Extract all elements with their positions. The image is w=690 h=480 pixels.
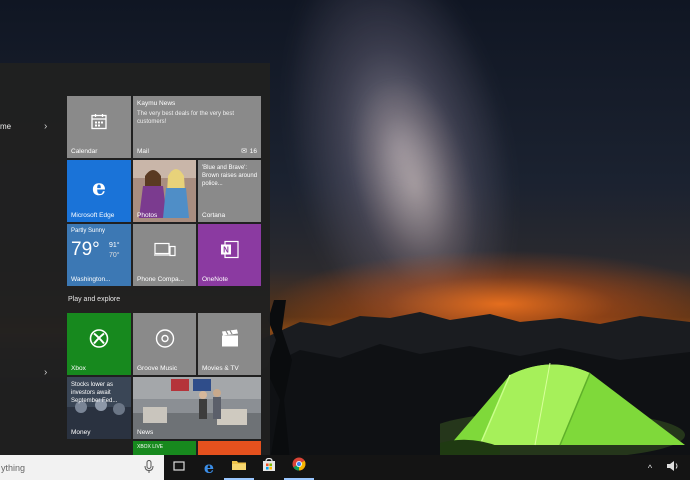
- onenote-icon: N: [220, 239, 240, 264]
- tile-calendar[interactable]: Calendar: [67, 96, 131, 158]
- taskbar-chrome-button[interactable]: [284, 455, 314, 480]
- weather-high: 91°: [109, 242, 120, 249]
- tent-illustration: [440, 362, 685, 455]
- taskbar-file-explorer-button[interactable]: [224, 455, 254, 480]
- weather-low: 70°: [109, 252, 120, 259]
- edge-icon: e: [92, 174, 106, 201]
- up-chevron-icon: ^: [647, 462, 653, 473]
- movies-icon: [220, 329, 240, 352]
- tile-groove-music[interactable]: Groove Music: [133, 313, 196, 375]
- tile-edge-label: Microsoft Edge: [71, 212, 115, 219]
- xbox-live-text: XBOX LIVE: [137, 444, 164, 450]
- tile-onenote[interactable]: N OneNote: [198, 224, 261, 286]
- tile-money-label: Money: [71, 429, 91, 436]
- tile-photos-label: Photos: [137, 212, 158, 219]
- tile-money[interactable]: Stocks lower as investors await Septembe…: [67, 377, 131, 439]
- tile-store[interactable]: [198, 441, 261, 455]
- tile-onenote-label: OneNote: [202, 276, 229, 283]
- tile-movies-label: Movies & TV: [202, 365, 239, 372]
- tile-photos[interactable]: Photos: [133, 160, 196, 222]
- task-view-icon: [172, 459, 186, 477]
- tile-weather-label: Washington...: [71, 276, 111, 283]
- weather-condition: Partly Sunny: [71, 228, 106, 234]
- tray-overflow-button[interactable]: ^: [642, 455, 658, 480]
- tile-movies-tv[interactable]: Movies & TV: [198, 313, 261, 375]
- tray-volume-button[interactable]: [660, 455, 686, 480]
- tile-news[interactable]: News: [133, 377, 261, 439]
- edge-icon: e: [203, 458, 215, 477]
- taskbar: e ^: [0, 455, 690, 480]
- money-text: Stocks lower as investors await Septembe…: [71, 382, 118, 404]
- tile-xbox-label: Xbox: [71, 365, 86, 372]
- xbox-icon: [89, 328, 109, 353]
- tile-groove-label: Groove Music: [137, 365, 178, 372]
- microphone-icon[interactable]: [144, 460, 154, 479]
- tile-calendar-label: Calendar: [71, 148, 98, 155]
- cortana-text: 'Blue and Brave': Brown raises around po…: [202, 165, 258, 187]
- tile-cortana[interactable]: 'Blue and Brave': Brown raises around po…: [198, 160, 261, 222]
- tile-mail-label: Mail: [137, 148, 149, 155]
- mail-preview: The very best deals for the very best cu…: [137, 111, 235, 125]
- start-menu: me › › Calendar Kaymu News The very best…: [0, 63, 270, 455]
- tile-xbox-live[interactable]: XBOX LIVE: [133, 441, 196, 455]
- tile-news-label: News: [137, 429, 154, 436]
- chrome-icon: [292, 457, 306, 476]
- groove-icon: [155, 328, 175, 353]
- task-view-button[interactable]: [164, 455, 194, 480]
- tile-phone-companion-label: Phone Compa...: [137, 276, 184, 283]
- store-icon: [262, 457, 276, 477]
- phone-companion-icon: [153, 241, 176, 262]
- weather-temp: 79°: [71, 239, 100, 260]
- chevron-right-icon[interactable]: ›: [44, 365, 47, 381]
- calendar-icon: [90, 112, 108, 135]
- tile-mail[interactable]: Kaymu News The very best deals for the v…: [133, 96, 261, 158]
- mail-icon: ✉: [241, 148, 247, 155]
- search-input[interactable]: [0, 455, 140, 480]
- file-explorer-icon: [231, 458, 247, 476]
- taskbar-edge-button[interactable]: e: [194, 455, 224, 480]
- tile-weather[interactable]: Partly Sunny 79° 91° 70° Washington...: [67, 224, 131, 286]
- rail-item-0[interactable]: me: [0, 119, 11, 135]
- tile-phone-companion[interactable]: Phone Compa...: [133, 224, 196, 286]
- taskbar-store-button[interactable]: [254, 455, 284, 480]
- mail-sender: Kaymu News: [137, 100, 176, 107]
- rail-item-0-label: me: [0, 122, 12, 131]
- group-header-play-and-explore: Play and explore: [68, 296, 121, 303]
- tile-cortana-label: Cortana: [202, 212, 226, 219]
- speaker-icon: [666, 459, 680, 477]
- mail-count: 16: [249, 148, 257, 155]
- search-box[interactable]: [0, 455, 164, 480]
- svg-text:N: N: [223, 245, 229, 254]
- tile-microsoft-edge[interactable]: e Microsoft Edge: [67, 160, 131, 222]
- tile-xbox[interactable]: Xbox: [67, 313, 131, 375]
- chevron-right-icon[interactable]: ›: [44, 119, 47, 135]
